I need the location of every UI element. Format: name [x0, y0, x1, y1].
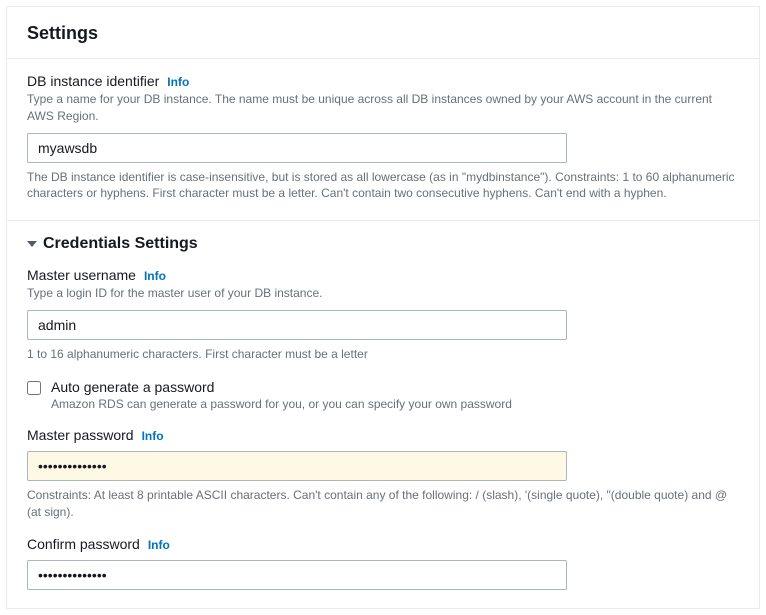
master-password-group: Master password Info Constraints: At lea…	[27, 427, 739, 521]
credentials-toggle[interactable]: Credentials Settings	[27, 235, 739, 253]
db-identifier-section: DB instance identifier Info Type a name …	[7, 59, 759, 220]
master-password-input[interactable]	[27, 451, 567, 481]
settings-panel: Settings DB instance identifier Info Typ…	[6, 6, 760, 609]
confirm-password-info-link[interactable]: Info	[148, 538, 170, 552]
master-username-help: Type a login ID for the master user of y…	[27, 285, 739, 302]
confirm-password-input[interactable]	[27, 560, 567, 590]
master-username-input[interactable]	[27, 310, 567, 340]
db-identifier-help: Type a name for your DB instance. The na…	[27, 91, 739, 125]
master-username-info-link[interactable]: Info	[144, 269, 166, 283]
db-identifier-input[interactable]	[27, 133, 567, 163]
auto-generate-group: Auto generate a password Amazon RDS can …	[27, 379, 739, 411]
confirm-password-label: Confirm password	[27, 536, 140, 552]
panel-header: Settings	[7, 7, 759, 59]
credentials-section: Credentials Settings Master username Inf…	[7, 220, 759, 608]
master-password-constraint: Constraints: At least 8 printable ASCII …	[27, 487, 739, 521]
credentials-title: Credentials Settings	[43, 235, 198, 253]
page-title: Settings	[27, 23, 739, 44]
auto-generate-label: Auto generate a password	[51, 379, 739, 395]
db-identifier-label: DB instance identifier	[27, 73, 159, 89]
auto-generate-help: Amazon RDS can generate a password for y…	[51, 397, 739, 411]
master-username-label: Master username	[27, 267, 136, 283]
db-identifier-constraint: The DB instance identifier is case-insen…	[27, 169, 739, 203]
confirm-password-group: Confirm password Info	[27, 536, 739, 590]
caret-down-icon	[27, 241, 37, 247]
master-username-group: Master username Info Type a login ID for…	[27, 267, 739, 363]
db-identifier-info-link[interactable]: Info	[167, 75, 189, 89]
master-password-label: Master password	[27, 427, 134, 443]
master-password-info-link[interactable]: Info	[142, 429, 164, 443]
master-username-constraint: 1 to 16 alphanumeric characters. First c…	[27, 346, 739, 363]
auto-generate-checkbox[interactable]	[27, 381, 41, 395]
